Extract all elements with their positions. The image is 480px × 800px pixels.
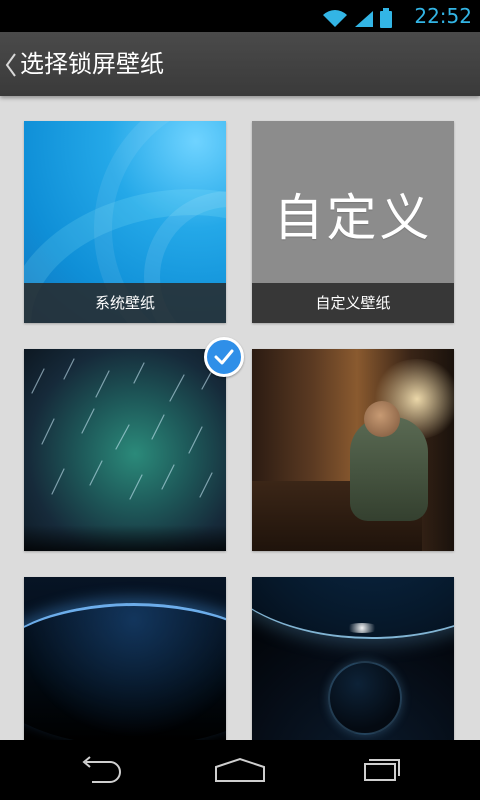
navigation-bar	[0, 740, 480, 800]
action-bar: 选择锁屏壁纸	[0, 32, 480, 96]
ground-decoration	[24, 525, 226, 551]
moon-orb	[328, 661, 402, 735]
status-bar: 22:52	[0, 0, 480, 32]
battery-icon	[380, 8, 392, 28]
custom-tile-label: 自定义	[273, 189, 433, 247]
chevron-left-icon[interactable]	[4, 52, 18, 78]
page-title: 选择锁屏壁纸	[20, 50, 164, 78]
back-icon[interactable]	[72, 754, 128, 786]
wifi-icon	[323, 10, 347, 27]
sun-flare	[344, 623, 380, 633]
wallpaper-tile-custom[interactable]: 自定义 自定义壁纸	[252, 121, 454, 323]
wallpaper-tile-earth-horizon[interactable]	[24, 577, 226, 740]
selected-check-icon	[204, 337, 244, 377]
tile-caption: 系统壁纸	[24, 283, 226, 323]
wallpaper-tile-rain[interactable]	[24, 349, 226, 551]
signal-icon	[355, 11, 373, 27]
recent-apps-icon[interactable]	[352, 754, 408, 786]
earth-horizon	[24, 603, 226, 740]
wallpaper-tile-system[interactable]: 系统壁纸	[24, 121, 226, 323]
tile-caption: 自定义壁纸	[252, 283, 454, 323]
home-icon[interactable]	[212, 754, 268, 786]
wallpaper-tile-workshop[interactable]	[252, 349, 454, 551]
status-time: 22:52	[414, 4, 472, 28]
rain-streaks	[31, 358, 215, 500]
status-icons	[322, 4, 392, 28]
craftsman-head	[364, 401, 400, 437]
wallpaper-grid: 系统壁纸 自定义 自定义壁纸	[0, 96, 480, 740]
wallpaper-tile-space[interactable]	[252, 577, 454, 740]
